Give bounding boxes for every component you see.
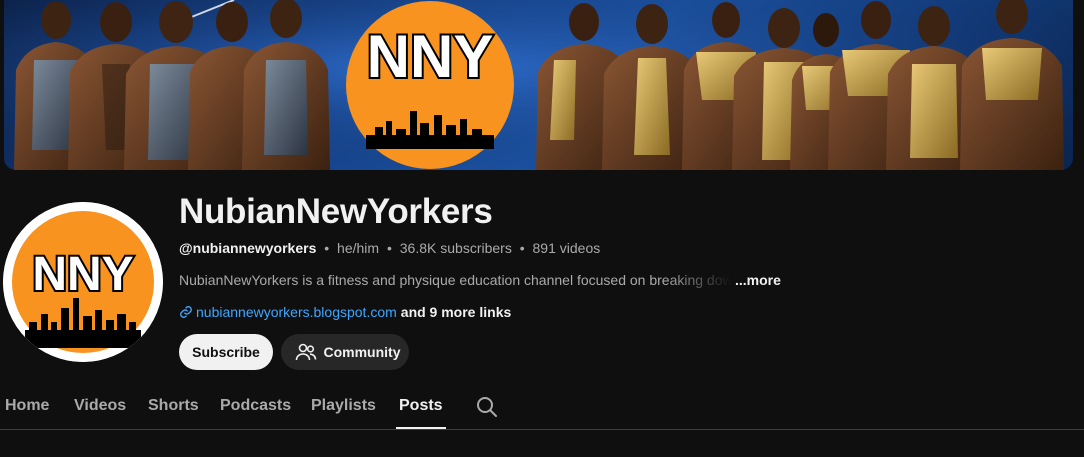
subscribe-button[interactable]: Subscribe [179,334,273,370]
subscribe-label: Subscribe [192,344,260,360]
link-icon [180,306,192,318]
description-more-link[interactable]: ...more [735,272,781,288]
meta-separator: • [386,240,392,256]
svg-text:NNY: NNY [367,23,494,90]
channel-banner: NNY [4,0,1073,170]
video-count: 891 videos [532,240,601,256]
subscriber-count: 36.8K subscribers [399,240,512,256]
banner-artwork: NNY [4,0,1073,170]
more-links-button[interactable]: and 9 more links [401,304,511,320]
search-icon[interactable] [475,395,499,419]
tab-shorts[interactable]: Shorts [148,388,199,429]
channel-tabs: Home Videos Shorts Podcasts Playlists Po… [0,388,1084,430]
channel-avatar[interactable]: NNY [3,202,163,362]
channel-pronouns: he/him [337,240,380,256]
channel-meta: @nubiannewyorkers • he/him • 36.8K subsc… [179,240,600,256]
tab-playlists[interactable]: Playlists [311,388,376,429]
channel-handle: @nubiannewyorkers [179,240,317,256]
svg-text:NNY: NNY [32,248,133,301]
channel-link-url[interactable]: nubiannewyorkers.blogspot.com [196,304,397,320]
channel-description[interactable]: NubianNewYorkers is a fitness and physiq… [179,272,781,288]
description-text: NubianNewYorkers is a fitness and physiq… [179,272,732,288]
community-label: Community [323,344,401,360]
tab-videos[interactable]: Videos [74,388,126,429]
channel-title: NubianNewYorkers [179,192,493,231]
meta-separator: • [519,240,525,256]
tab-posts[interactable]: Posts [396,388,446,429]
tab-home[interactable]: Home [5,388,49,429]
tab-podcasts[interactable]: Podcasts [220,388,291,429]
channel-page: NNY NNY NubianNewYorkers @nubiannewyorke… [0,0,1084,457]
banner-logo: NNY [346,1,514,169]
people-icon [295,343,316,361]
avatar-logo: NNY [3,202,163,362]
banner-figures-left [14,0,330,170]
channel-links: nubiannewyorkers.blogspot.com and 9 more… [179,304,511,320]
community-button[interactable]: Community [281,334,409,370]
meta-separator: • [324,240,330,256]
